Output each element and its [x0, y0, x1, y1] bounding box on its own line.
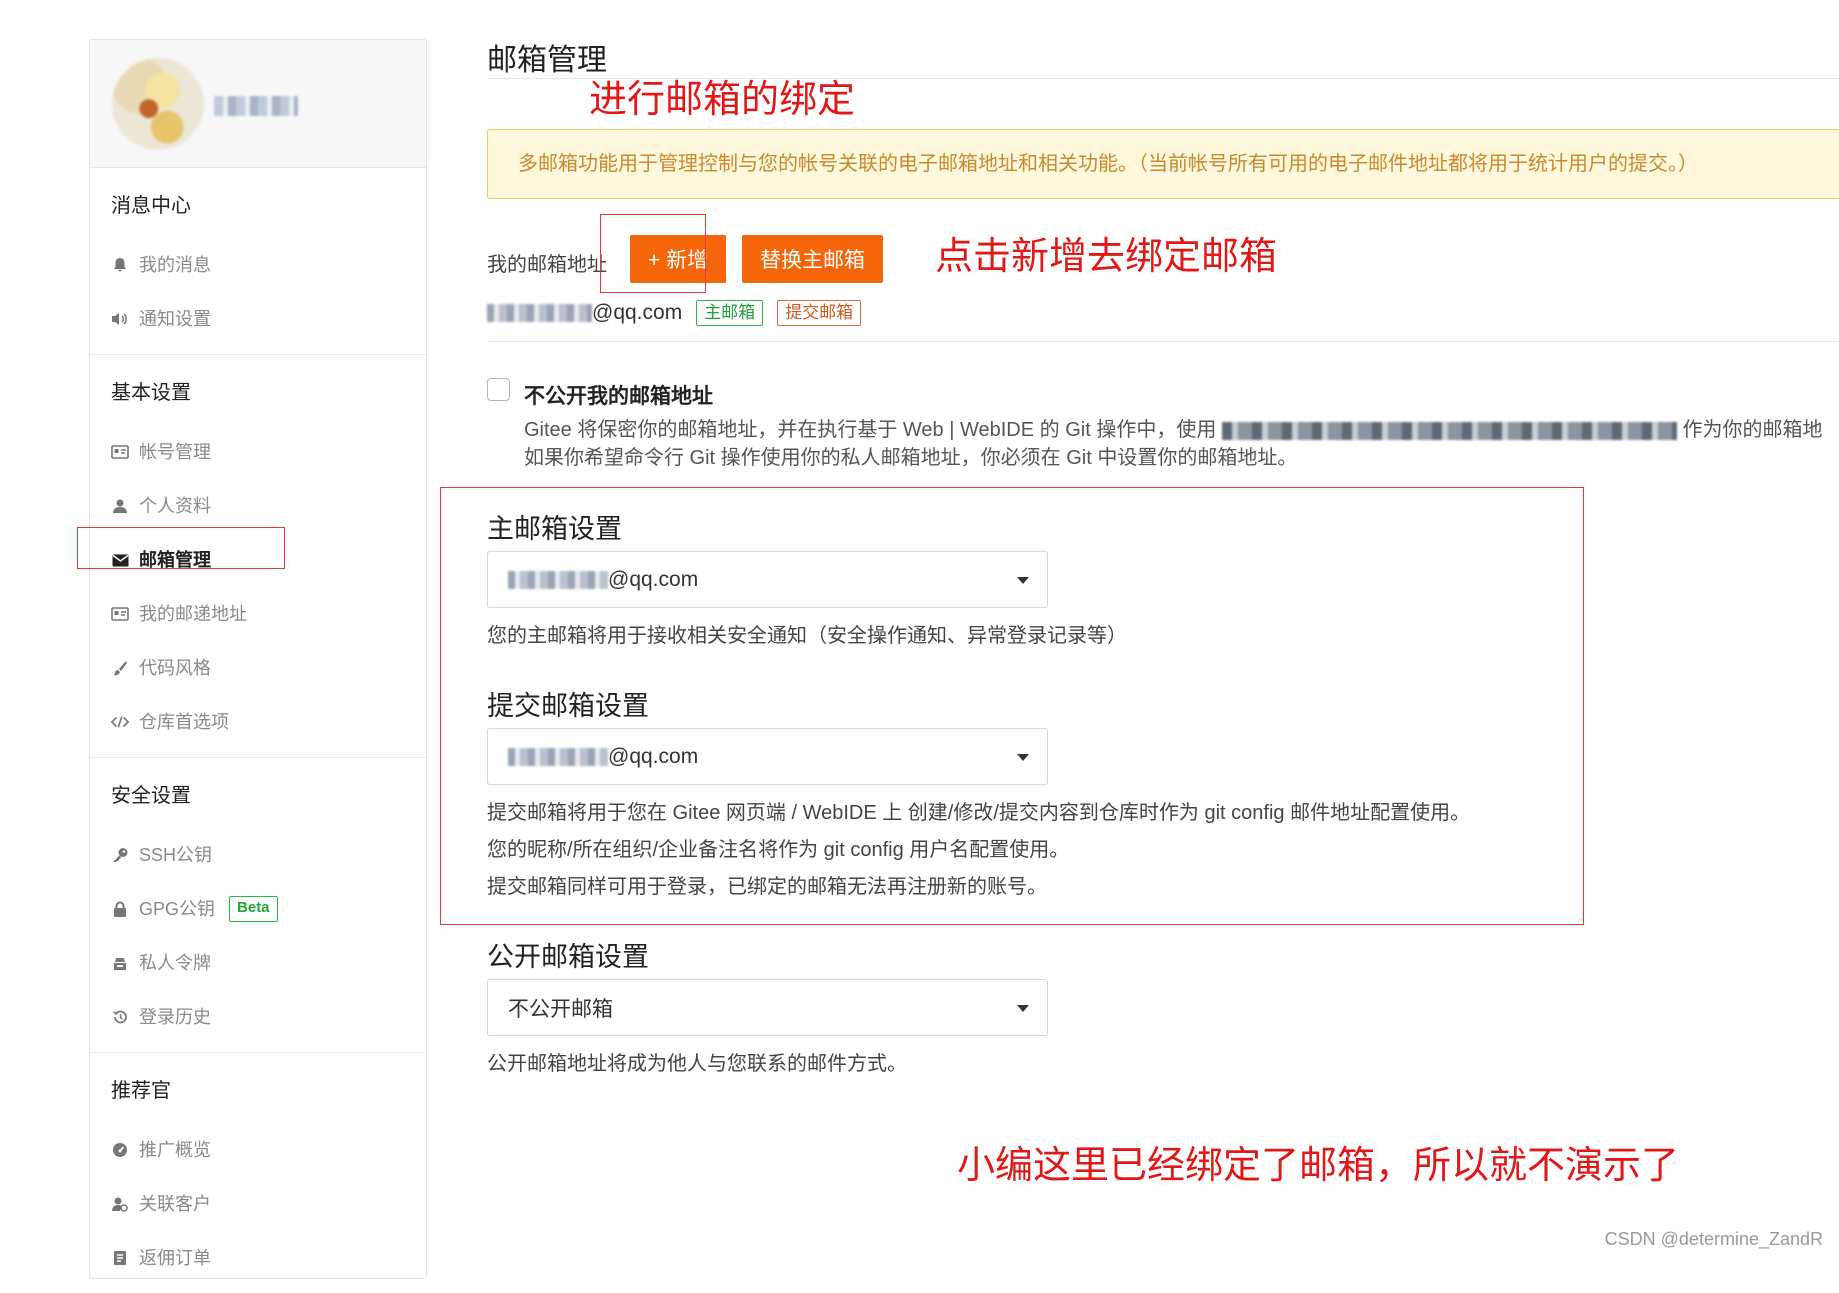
sidebar-item-my-messages[interactable]: 我的消息: [90, 238, 426, 292]
sidebar-group-title: 消息中心: [111, 195, 191, 217]
beta-badge: Beta: [229, 896, 278, 922]
history-icon: [111, 1008, 129, 1026]
email-local-part-redacted: [487, 304, 592, 322]
my-email-label: 我的邮箱地址: [487, 254, 607, 276]
id-card-icon: [111, 443, 129, 461]
sidebar-item-label: SSH公钥: [139, 845, 213, 865]
speaker-icon: [111, 310, 129, 328]
caret-down-icon: [1017, 1005, 1029, 1012]
brush-icon: [111, 659, 129, 677]
sidebar-item-mailing-address[interactable]: 我的邮递地址: [90, 587, 426, 641]
email-list-item: @qq.com 主邮箱 提交邮箱: [487, 298, 862, 328]
annotation-already-bound: 小编这里已经绑定了邮箱，所以就不演示了: [957, 1145, 1680, 1187]
avatar[interactable]: [112, 58, 204, 150]
sidebar-item-gpg-keys[interactable]: GPG公钥 Beta: [90, 882, 426, 936]
sidebar-item-commission-orders[interactable]: 返佣订单: [90, 1231, 426, 1285]
public-email-select[interactable]: 不公开邮箱: [487, 979, 1048, 1036]
select-value-redacted: [508, 747, 608, 766]
main-content: 邮箱管理 进行邮箱的绑定 多邮箱功能用于管理控制与您的帐号关联的电子邮箱地址和相…: [440, 0, 1839, 1258]
username-redacted: [214, 96, 298, 116]
sidebar-item-repo-preferences[interactable]: 仓库首选项: [90, 695, 426, 749]
sidebar-item-label: 返佣订单: [139, 1248, 211, 1268]
sidebar-item-label: 帐号管理: [139, 442, 211, 462]
id-card-icon: [111, 605, 129, 623]
caret-down-icon: [1017, 754, 1029, 761]
token-icon: [111, 954, 129, 972]
sidebar-item-label: 推广概览: [139, 1140, 211, 1160]
sidebar-group-referrer: 推荐官 推广概览 关联客户 返佣订单: [90, 1053, 426, 1293]
primary-email-help: 您的主邮箱将用于接收相关安全通知（安全操作通知、异常登录记录等）: [487, 625, 1127, 647]
sidebar-group-title: 推荐官: [111, 1080, 171, 1102]
sidebar-item-private-tokens[interactable]: 私人令牌: [90, 936, 426, 990]
order-icon: [111, 1249, 129, 1267]
user-link-icon: [111, 1195, 129, 1213]
select-value: @qq.com: [608, 567, 699, 591]
sidebar-item-label: 私人令牌: [139, 953, 211, 973]
caret-down-icon: [1017, 577, 1029, 584]
commit-email-select[interactable]: @qq.com: [487, 728, 1048, 785]
email-address: @qq.com: [487, 301, 682, 325]
highlight-box-email-management: [77, 527, 285, 569]
highlight-box-add-button: [600, 214, 706, 293]
settings-sidebar: 消息中心 我的消息 通知设置 基本设置 帐号管理 个人资料 邮箱管理 我的邮递地…: [89, 39, 427, 1279]
sidebar-item-label: 登录历史: [139, 1007, 211, 1027]
profile-header: [90, 40, 426, 168]
private-email-checkbox-label[interactable]: 不公开我的邮箱地址: [524, 380, 713, 410]
sidebar-item-label: 我的邮递地址: [139, 604, 247, 624]
noreply-email-redacted: [1221, 421, 1677, 440]
primary-email-select[interactable]: @qq.com: [487, 551, 1048, 608]
sidebar-item-label: GPG公钥: [139, 899, 216, 919]
sidebar-item-label: 代码风格: [139, 658, 211, 678]
sidebar-item-promotion-overview[interactable]: 推广概览: [90, 1123, 426, 1177]
sidebar-item-account[interactable]: 帐号管理: [90, 425, 426, 479]
private-email-description-line-2: 如果你希望命令行 Git 操作使用你的私人邮箱地址，你必须在 Git 中设置你的…: [524, 447, 1298, 469]
sidebar-item-label: 个人资料: [139, 496, 211, 516]
private-desc-text-a: Gitee 将保密你的邮箱地址，并在执行基于 Web | WebIDE 的 Gi…: [524, 419, 1217, 441]
sidebar-group-security: 安全设置 SSH公钥 GPG公钥 Beta 私人令牌 登录历史: [90, 758, 426, 1053]
commit-email-help-2: 您的昵称/所在组织/企业备注名将作为 git config 用户名配置使用。: [487, 839, 1070, 861]
private-email-description-line-1: Gitee 将保密你的邮箱地址，并在执行基于 Web | WebIDE 的 Gi…: [524, 413, 1822, 442]
user-icon: [111, 497, 129, 515]
public-email-help: 公开邮箱地址将成为他人与您联系的邮件方式。: [487, 1053, 907, 1075]
commit-email-settings-title: 提交邮箱设置: [487, 691, 649, 721]
public-email-settings-title: 公开邮箱设置: [487, 942, 649, 972]
sidebar-item-label: 仓库首选项: [139, 712, 229, 732]
select-value: @qq.com: [608, 744, 699, 768]
annotation-click-add: 点击新增去绑定邮箱: [935, 236, 1278, 278]
sidebar-item-label: 关联客户: [139, 1194, 211, 1214]
commit-email-help-1: 提交邮箱将用于您在 Gitee 网页端 / WebIDE 上 创建/修改/提交内…: [487, 802, 1471, 824]
private-desc-text-b: 作为你的邮箱地: [1682, 419, 1823, 441]
sidebar-item-profile[interactable]: 个人资料: [90, 479, 426, 533]
section-divider: [487, 341, 1839, 342]
sidebar-group-title: 基本设置: [111, 382, 191, 404]
bell-icon: [111, 256, 129, 274]
watermark: CSDN @determine_ZandR: [1604, 1229, 1823, 1249]
replace-primary-email-button[interactable]: 替换主邮箱: [742, 235, 883, 283]
sidebar-group-messages: 消息中心 我的消息 通知设置: [90, 168, 426, 355]
primary-email-tag: 主邮箱: [696, 300, 764, 326]
select-value-redacted: [508, 570, 608, 589]
lock-icon: [111, 900, 129, 918]
private-email-checkbox[interactable]: [487, 378, 510, 401]
sidebar-item-notification-settings[interactable]: 通知设置: [90, 292, 426, 346]
sidebar-group-title: 安全设置: [111, 785, 191, 807]
sidebar-item-label: 我的消息: [139, 255, 211, 275]
sidebar-item-login-history[interactable]: 登录历史: [90, 990, 426, 1044]
sidebar-item-linked-customers[interactable]: 关联客户: [90, 1177, 426, 1231]
sidebar-item-label: 通知设置: [139, 309, 211, 329]
primary-email-settings-title: 主邮箱设置: [487, 514, 622, 544]
notice-banner: 多邮箱功能用于管理控制与您的帐号关联的电子邮箱地址和相关功能。（当前帐号所有可用…: [487, 129, 1839, 199]
annotation-bind-email: 进行邮箱的绑定: [589, 79, 856, 121]
sidebar-item-ssh-keys[interactable]: SSH公钥: [90, 828, 426, 882]
email-domain: @qq.com: [592, 301, 683, 324]
sidebar-item-code-style[interactable]: 代码风格: [90, 641, 426, 695]
commit-email-tag: 提交邮箱: [777, 300, 862, 326]
select-value: 不公开邮箱: [508, 997, 613, 1021]
code-icon: [111, 713, 129, 731]
key-icon: [111, 846, 129, 864]
commit-email-help-3: 提交邮箱同样可用于登录，已绑定的邮箱无法再注册新的账号。: [487, 876, 1047, 898]
dashboard-icon: [111, 1141, 129, 1159]
